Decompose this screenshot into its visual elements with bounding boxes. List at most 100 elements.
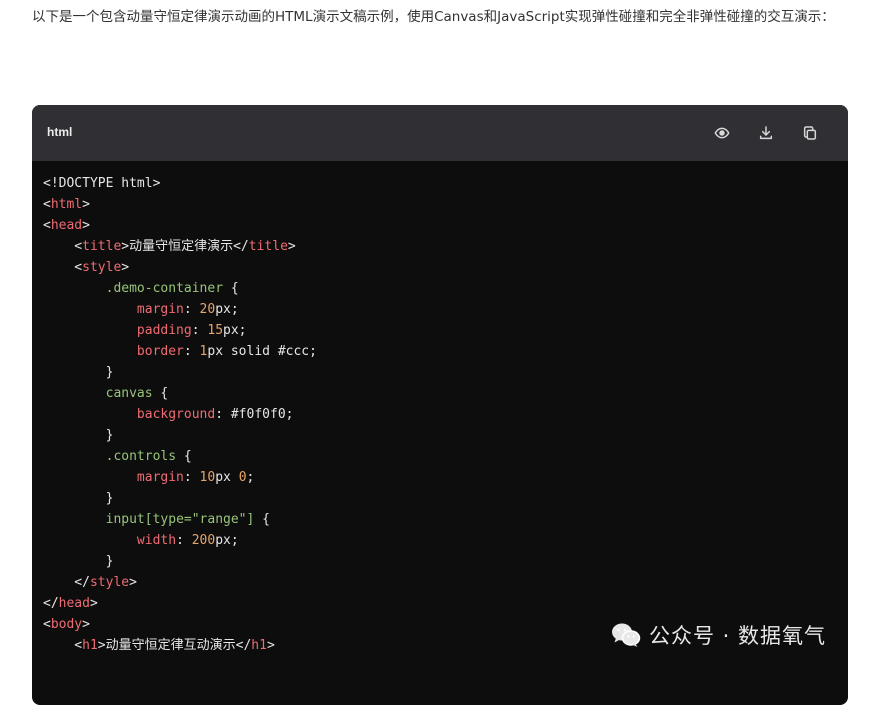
watermark-text: 公众号 · 数据氧气 [649,624,827,648]
download-icon [759,126,773,140]
code-token: margin [136,470,184,485]
code-token: } [43,554,114,569]
code-token: html [50,197,83,212]
code-line: .demo-container { [43,278,848,299]
code-token: > [121,260,130,275]
code-token: "range" [191,512,247,527]
code-line: .controls { [43,446,848,467]
code-line: margin: 20px; [43,299,848,320]
code-content[interactable]: <!DOCTYPE html> <html> <head> <title>动量守恒定… [32,161,848,656]
code-line: } [43,425,848,446]
code-token: : [183,302,200,317]
code-line: </style> [43,572,848,593]
code-block: html <!DOCTYPE html> <html> <head> <titl… [32,105,848,705]
code-line: border: 1px solid #ccc; [43,341,848,362]
eye-icon [714,127,730,139]
code-token: px; [215,533,239,548]
code-line: background: #f0f0f0; [43,404,848,425]
code-token: : [183,344,200,359]
code-token: 200 [191,533,216,548]
code-token: 0 [238,470,247,485]
code-token: >动量守恒定律互动演示</ [97,638,252,653]
code-language-label: html [47,125,73,139]
code-token: < [43,218,51,233]
code-line: </head> [43,593,848,614]
code-token: margin [136,302,184,317]
code-token: >动量守恒定律演示</ [121,239,249,254]
code-token: : #f0f0f0; [215,407,294,422]
code-token: } [43,491,114,506]
download-button[interactable] [756,123,776,143]
code-token: > [266,638,275,653]
code-line: } [43,551,848,572]
code-token: < [43,617,51,632]
code-token: } [43,365,114,380]
code-token: padding [136,323,192,338]
code-line: } [43,362,848,383]
code-token: input[type= [105,512,192,527]
code-line: padding: 15px; [43,320,848,341]
code-token: title [82,239,122,254]
code-token: < [43,197,51,212]
code-token: { [152,386,169,401]
code-token: < [43,260,83,275]
code-token: } [43,428,114,443]
code-token: .demo-container [105,281,224,296]
code-token: < [43,239,83,254]
code-token: <!DOCTYPE html> [43,176,161,191]
code-line: <title>动量守恒定律演示</title> [43,236,848,257]
code-token: body [50,617,83,632]
code-token: px; [215,302,239,317]
code-token: > [287,239,296,254]
code-token: 15 [207,323,224,338]
copy-button[interactable] [800,123,820,143]
code-line: <html> [43,194,848,215]
code-token: px solid #ccc; [207,344,317,359]
intro-paragraph: 以下是一个包含动量守恒定律演示动画的HTML演示文稿示例，使用Canvas和Ja… [32,9,835,25]
code-token: .controls [105,449,177,464]
code-token: style [89,575,130,590]
code-token: < [43,638,83,653]
code-line: <style> [43,257,848,278]
code-token: head [58,596,90,611]
code-token: px [215,470,239,485]
code-token: > [82,218,90,233]
code-token: h1 [251,638,267,653]
code-token: head [50,218,83,233]
code-token: > [82,617,90,632]
code-token: </ [43,596,59,611]
code-token: > [82,197,90,212]
code-token: > [129,575,137,590]
preview-button[interactable] [712,123,732,143]
copy-icon [803,126,817,140]
code-block-header: html [32,105,848,161]
code-token: style [82,260,122,275]
code-token: > [89,596,98,611]
code-line: <head> [43,215,848,236]
code-token: h1 [82,638,98,653]
code-line: <!DOCTYPE html> [43,173,848,194]
code-token: canvas [105,386,153,401]
code-line: input[type="range"] { [43,509,848,530]
code-line: } [43,488,848,509]
code-token: 10 [199,470,216,485]
code-token: ; [246,470,255,485]
code-actions [712,123,820,143]
code-token: { [254,512,270,527]
code-token: : [183,470,200,485]
code-token: : [191,323,208,338]
code-token: px; [223,323,247,338]
code-token: width [136,533,177,548]
code-line: width: 200px; [43,530,848,551]
code-token: { [223,281,239,296]
